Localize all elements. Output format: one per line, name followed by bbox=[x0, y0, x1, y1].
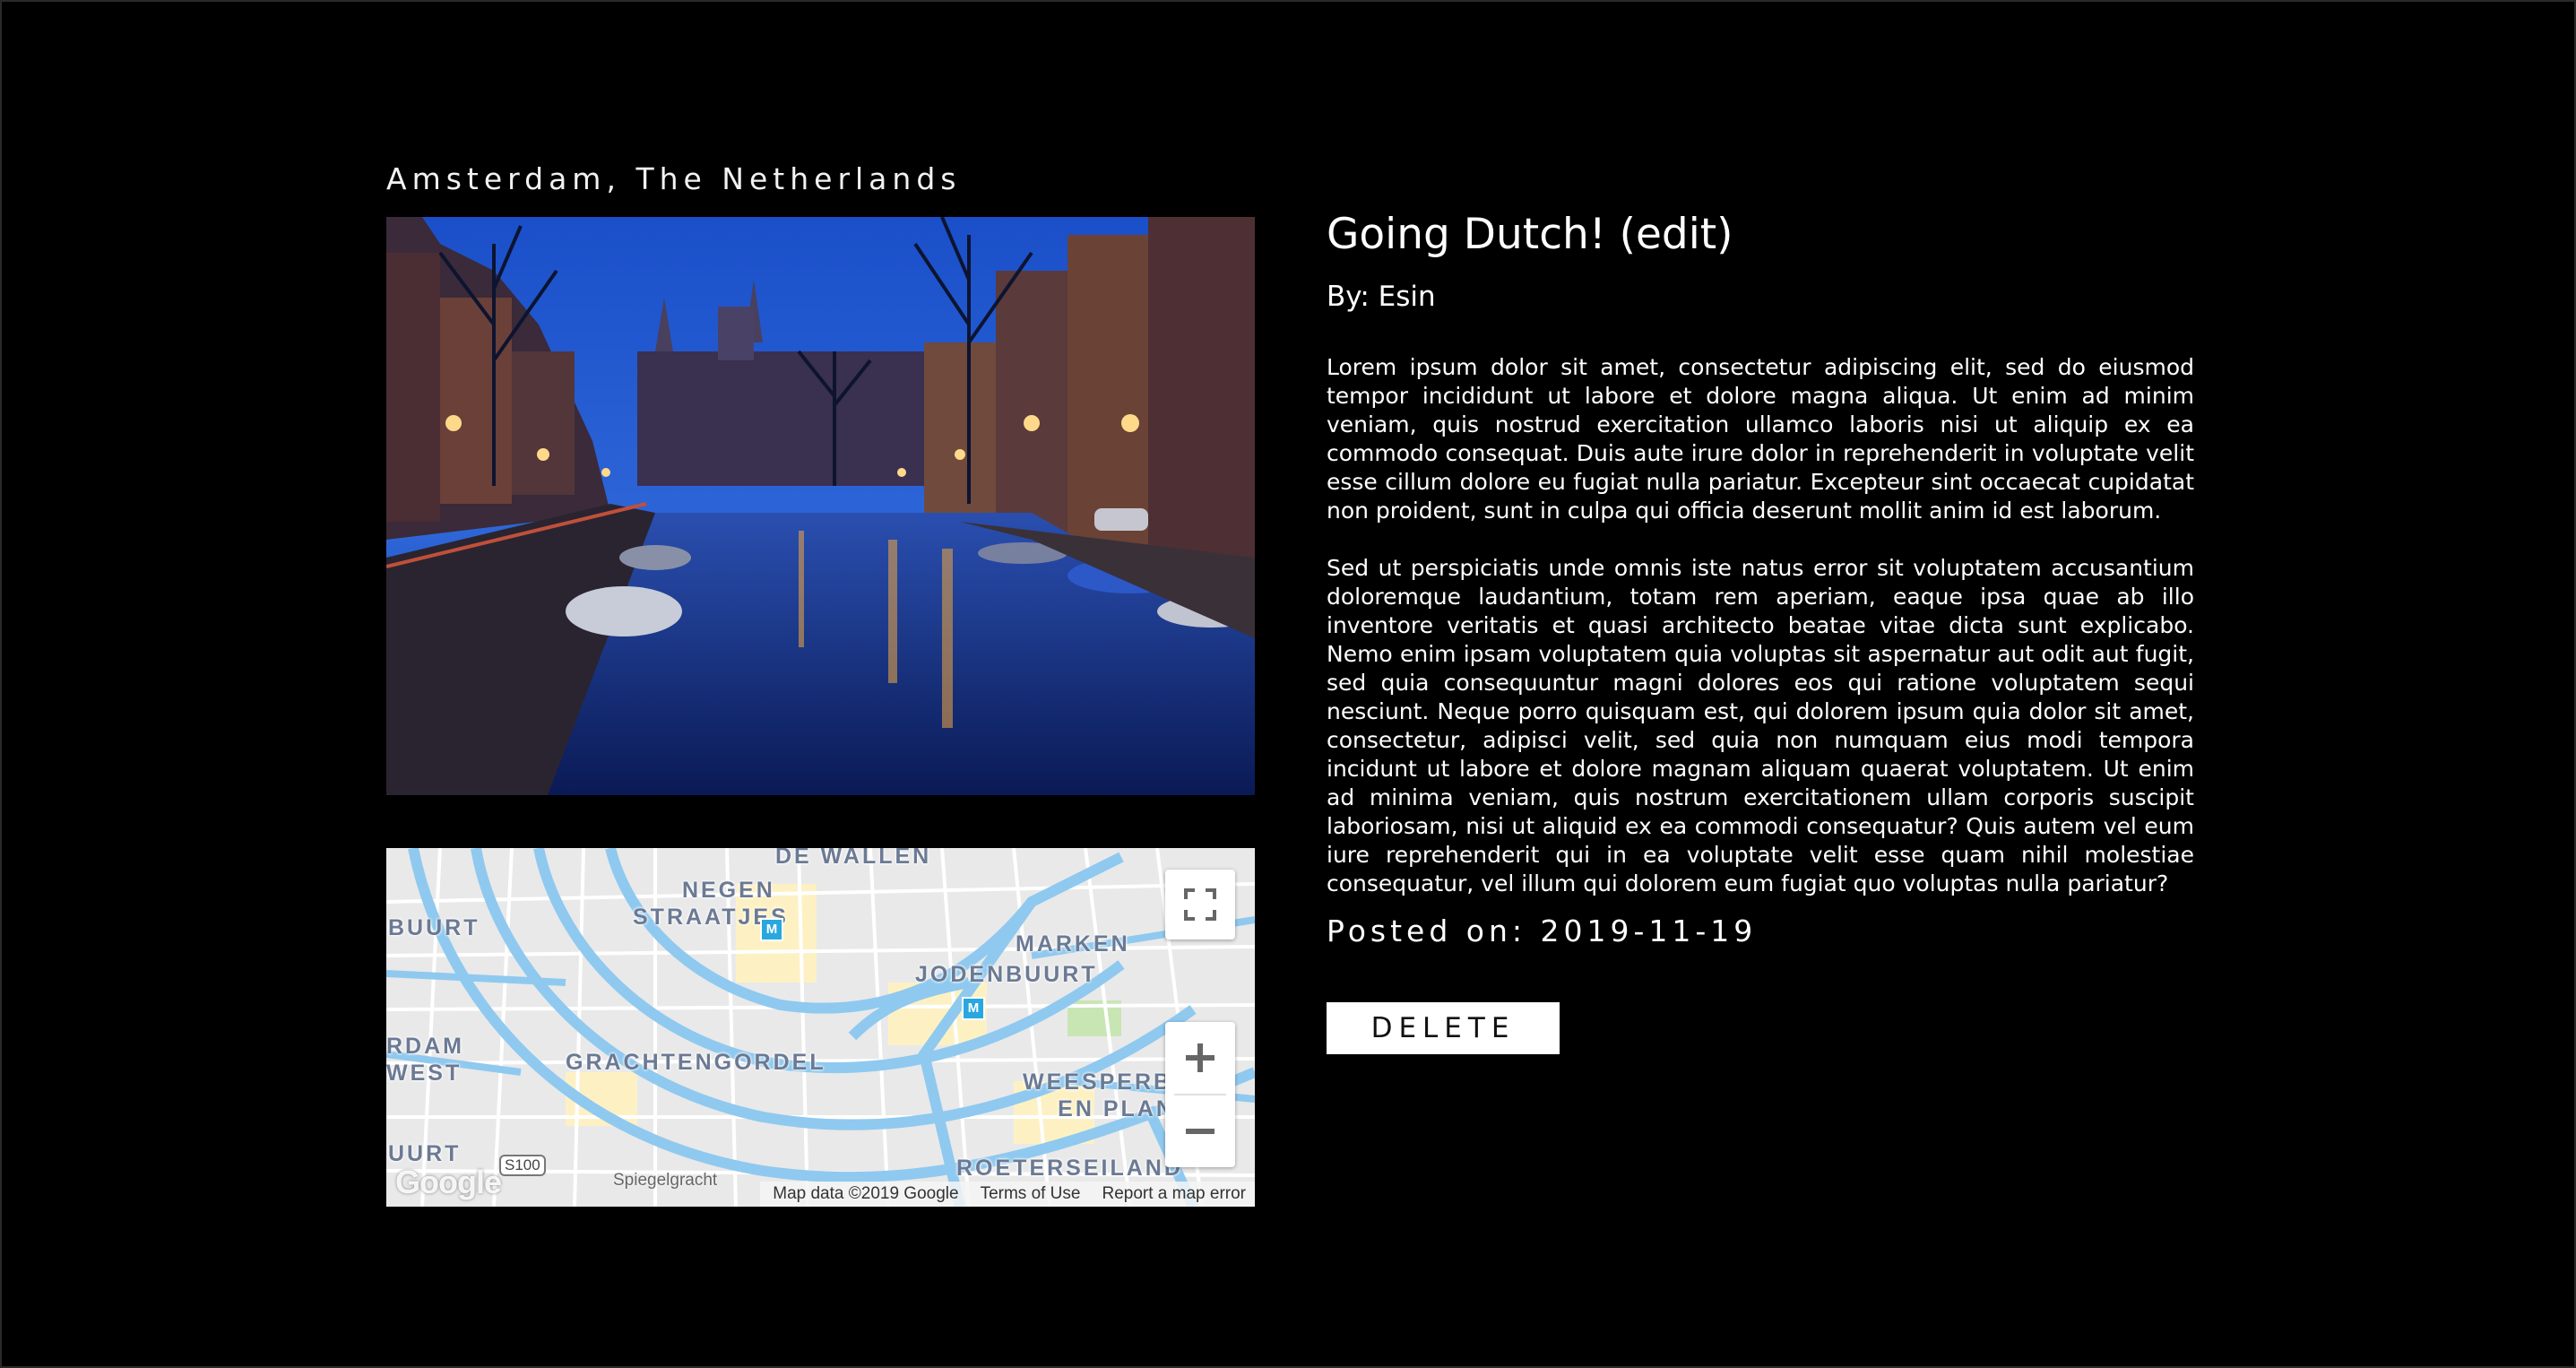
terms-of-use-link[interactable]: Terms of Use bbox=[981, 1184, 1081, 1204]
map-label-jodenbuurt: JODENBUURT bbox=[915, 962, 1098, 987]
delete-button[interactable]: DELETE bbox=[1327, 1002, 1560, 1054]
map-label-de-wallen: DE WALLEN bbox=[775, 848, 932, 869]
post-details: Going Dutch! (edit) By: Esin Lorem ipsum… bbox=[1327, 204, 2194, 1054]
map-data-attribution: Map data ©2019 Google bbox=[773, 1184, 959, 1203]
fullscreen-icon bbox=[1184, 888, 1216, 921]
post-body: Lorem ipsum dolor sit amet, consectetur … bbox=[1327, 353, 2194, 898]
location-map[interactable]: DE WALLEN NEGEN STRAATJES BUURT MARKEN J… bbox=[386, 848, 1255, 1207]
minus-icon bbox=[1186, 1129, 1215, 1134]
post-photo bbox=[386, 217, 1255, 795]
map-label-marken: MARKEN bbox=[1016, 931, 1130, 957]
zoom-in-button[interactable] bbox=[1165, 1022, 1235, 1094]
map-footer: Map data ©2019 Google Terms of Use Repor… bbox=[760, 1182, 1255, 1207]
post-title: Going Dutch! (edit) bbox=[1327, 210, 1733, 259]
canal-night-image bbox=[386, 217, 1255, 795]
metro-icon: M bbox=[760, 918, 783, 941]
map-label-negen-line1: NEGEN bbox=[681, 878, 775, 903]
plus-icon bbox=[1186, 1043, 1215, 1072]
post-author: By: Esin bbox=[1327, 281, 1436, 313]
map-label-spiegelgracht: Spiegelgracht bbox=[613, 1171, 718, 1190]
zoom-out-button[interactable] bbox=[1165, 1095, 1235, 1167]
map-label-west: RDAM WEST bbox=[386, 1033, 464, 1087]
zoom-controls bbox=[1165, 1022, 1235, 1167]
google-logo: Google bbox=[395, 1164, 502, 1200]
post-location: Amsterdam, The Netherlands bbox=[386, 161, 962, 196]
report-map-error-link[interactable]: Report a map error bbox=[1102, 1184, 1246, 1204]
map-label-roeterseiland: ROETERSEILAND bbox=[956, 1156, 1183, 1181]
map-label-west-line1: RDAM bbox=[386, 1034, 464, 1059]
map-label-buurt-top: BUURT bbox=[388, 915, 480, 940]
route-shield-s100: S100 bbox=[499, 1155, 546, 1176]
post-paragraph: Sed ut perspiciatis unde omnis iste natu… bbox=[1327, 555, 2194, 896]
post-paragraph: Lorem ipsum dolor sit amet, consectetur … bbox=[1327, 354, 2194, 524]
map-canvas bbox=[386, 848, 1255, 1207]
posted-date: Posted on: 2019-11-19 bbox=[1327, 913, 1758, 948]
metro-icon: M bbox=[962, 997, 985, 1020]
map-label-grachtengordel: GRACHTENGORDEL bbox=[566, 1050, 826, 1075]
fullscreen-button[interactable] bbox=[1165, 870, 1235, 939]
map-label-west-line2: WEST bbox=[386, 1061, 462, 1086]
